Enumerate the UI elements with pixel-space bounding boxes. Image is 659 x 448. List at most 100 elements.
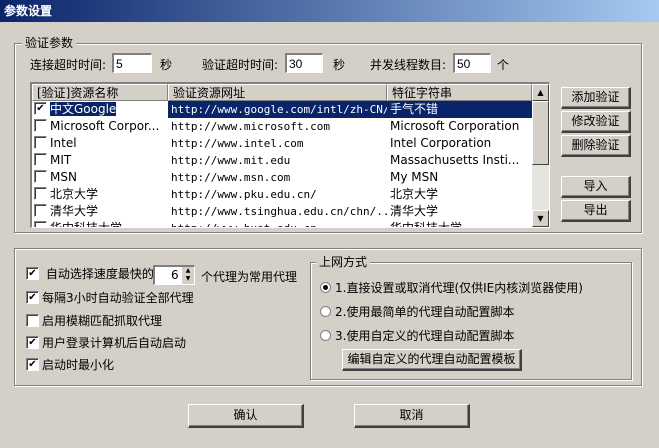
table-row[interactable]: MIT http://www.mit.edu Massachusetts Insti… [32,152,532,169]
connect-timeout-unit: 秒 [160,58,173,72]
connect-timeout-label: 连接超时时间: [30,58,107,72]
network-option-3-radio[interactable] [320,330,331,341]
row-name-cell: ✔ 中文Google [32,101,168,118]
table-row[interactable]: 北京大学 http://www.pku.edu.cn/北京大学 [32,186,532,203]
row-name: MIT [50,153,72,167]
row-checkbox[interactable]: ✔ [34,102,47,115]
network-option-3[interactable]: 3.使用自定义的代理自动配置脚本 [320,327,514,345]
window-titlebar: 参数设置 [0,0,659,22]
table-row[interactable]: 华中科技大学http://www.hust.edu.cn华中科技大学 [32,220,532,228]
network-option-1-radio[interactable] [320,282,331,293]
row-url: http://www.intel.com [171,137,304,150]
network-mode-title: 上网方式 [316,255,371,269]
auto-start-label: 用户登录计算机后自动启动 [42,336,187,350]
option-auto-verify[interactable]: ✔ 每隔3小时自动验证全部代理 [26,289,194,307]
verify-timeout-input[interactable]: 30 [285,53,323,73]
delete-verify-button[interactable]: 删除验证 [561,135,631,157]
row-feature: 北京大学 [390,187,439,201]
scroll-down-arrow-icon[interactable]: ▼ [532,210,549,227]
auto-select-checkbox[interactable]: ✔ [26,267,39,280]
row-url: http://www.microsoft.com [171,120,330,133]
scroll-thumb[interactable] [532,101,549,165]
fuzzy-match-label: 启用模糊匹配抓取代理 [42,314,163,328]
row-name: 清华大学 [50,204,99,218]
edit-verify-button[interactable]: 修改验证 [561,111,631,133]
auto-select-suffix: 个代理为常用代理 [201,270,298,284]
auto-verify-checkbox[interactable]: ✔ [26,291,39,304]
row-url: http://www.tsinghua.edu.cn/chn/... [171,205,387,218]
row-feature: 清华大学 [390,204,439,218]
threads-label: 并发线程数目: [370,58,447,72]
option-fuzzy-match[interactable]: 启用模糊匹配抓取代理 [26,312,162,330]
row-checkbox[interactable] [34,221,47,227]
ok-button[interactable]: 确认 [188,404,304,428]
auto-verify-label: 每隔3小时自动验证全部代理 [42,291,194,305]
verify-resource-list[interactable]: [验证]资源名称 验证资源网址 特征字符串 ✔ 中文Google http://ww… [30,82,550,228]
spinner-arrows-icon[interactable]: ▲ ▼ [182,267,194,284]
row-url: http://www.pku.edu.cn/ [171,188,317,201]
column-header-feature[interactable]: 特征字符串 [387,84,532,101]
row-feature: Intel Corporation [390,136,492,150]
row-url: http://www.msn.com [171,171,291,184]
auto-select-prefix: 自动选择速度最快的 [45,267,154,281]
network-option-2-radio[interactable] [320,306,331,317]
row-checkbox[interactable] [34,187,47,200]
row-name: 北京大学 [50,187,99,201]
network-option-1-label: 1.直接设置或取消代理(仅供IE内核浏览器使用) [335,281,583,295]
fuzzy-match-checkbox[interactable] [26,314,39,327]
row-checkbox[interactable] [34,170,47,183]
row-feature: Microsoft Corporation [390,119,520,133]
option-auto-start[interactable]: ✔ 用户登录计算机后自动启动 [26,334,186,352]
row-feature: 华中科技大学 [390,221,463,228]
row-name-cell: MIT [32,152,168,169]
row-checkbox[interactable] [34,136,47,149]
network-option-2-label: 2.使用最简单的代理自动配置脚本 [335,305,515,319]
auto-select-option[interactable]: ✔ 自动选择速度最快的 [26,265,154,283]
auto-select-count-value: 6 [171,268,179,282]
row-checkbox[interactable] [34,204,47,217]
cancel-button[interactable]: 取消 [354,404,470,428]
row-feature: 手气不错 [387,101,532,118]
auto-start-checkbox[interactable]: ✔ [26,336,39,349]
connect-timeout-input[interactable]: 5 [112,53,152,73]
verify-timeout-unit: 秒 [333,58,346,72]
option-start-minimized[interactable]: ✔ 启动时最小化 [26,356,114,374]
verify-timeout-label: 验证超时时间: [202,58,279,72]
network-option-2[interactable]: 2.使用最简单的代理自动配置脚本 [320,303,514,321]
row-name: Intel [50,136,77,150]
row-checkbox[interactable] [34,153,47,166]
table-row[interactable]: 清华大学 http://www.tsinghua.edu.cn/chn/... 清华… [32,203,532,220]
row-name: MSN [50,170,77,184]
row-feature: Massachusetts Insti... [390,153,520,167]
network-option-1[interactable]: 1.直接设置或取消代理(仅供IE内核浏览器使用) [320,279,583,297]
table-row[interactable]: ✔ 中文Google http://www.google.com/intl/zh-C… [32,101,532,118]
start-minimized-checkbox[interactable]: ✔ [26,358,39,371]
import-button[interactable]: 导入 [561,176,631,198]
list-vertical-scrollbar[interactable]: ▲ ▼ [532,84,549,227]
row-url: http://www.mit.edu [171,154,291,167]
row-name: 华中科技大学 [50,221,123,228]
column-header-name[interactable]: [验证]资源名称 [32,84,168,101]
auto-select-count-spinner[interactable]: 6 ▲ ▼ [153,265,195,285]
edit-pac-template-button[interactable]: 编辑自定义的代理自动配置模板 [342,349,522,371]
window-title: 参数设置 [4,4,53,18]
table-row[interactable]: Microsoft Corpor... http://www.microsoft.… [32,118,532,135]
row-name-cell: 清华大学 [32,203,168,220]
row-checkbox[interactable] [34,119,47,132]
row-name: Microsoft Corpor... [50,119,160,133]
row-name-cell: MSN [32,169,168,186]
start-minimized-label: 启动时最小化 [42,358,115,372]
scroll-up-arrow-icon[interactable]: ▲ [532,84,549,101]
table-row[interactable]: Intel http://www.intel.com Intel Corporati… [32,135,532,152]
table-row[interactable]: MSN http://www.msn.com My MSN [32,169,532,186]
row-name-cell: 华中科技大学 [32,220,168,228]
row-name-cell: 北京大学 [32,186,168,203]
row-feature: My MSN [390,170,439,184]
export-button[interactable]: 导出 [561,200,631,222]
add-verify-button[interactable]: 添加验证 [561,87,631,109]
row-name-cell: Intel [32,135,168,152]
verify-params-title: 验证参数 [22,36,77,50]
column-header-url[interactable]: 验证资源网址 [168,84,387,101]
row-url: http://www.hust.edu.cn [168,220,387,227]
threads-input[interactable]: 50 [453,53,491,73]
